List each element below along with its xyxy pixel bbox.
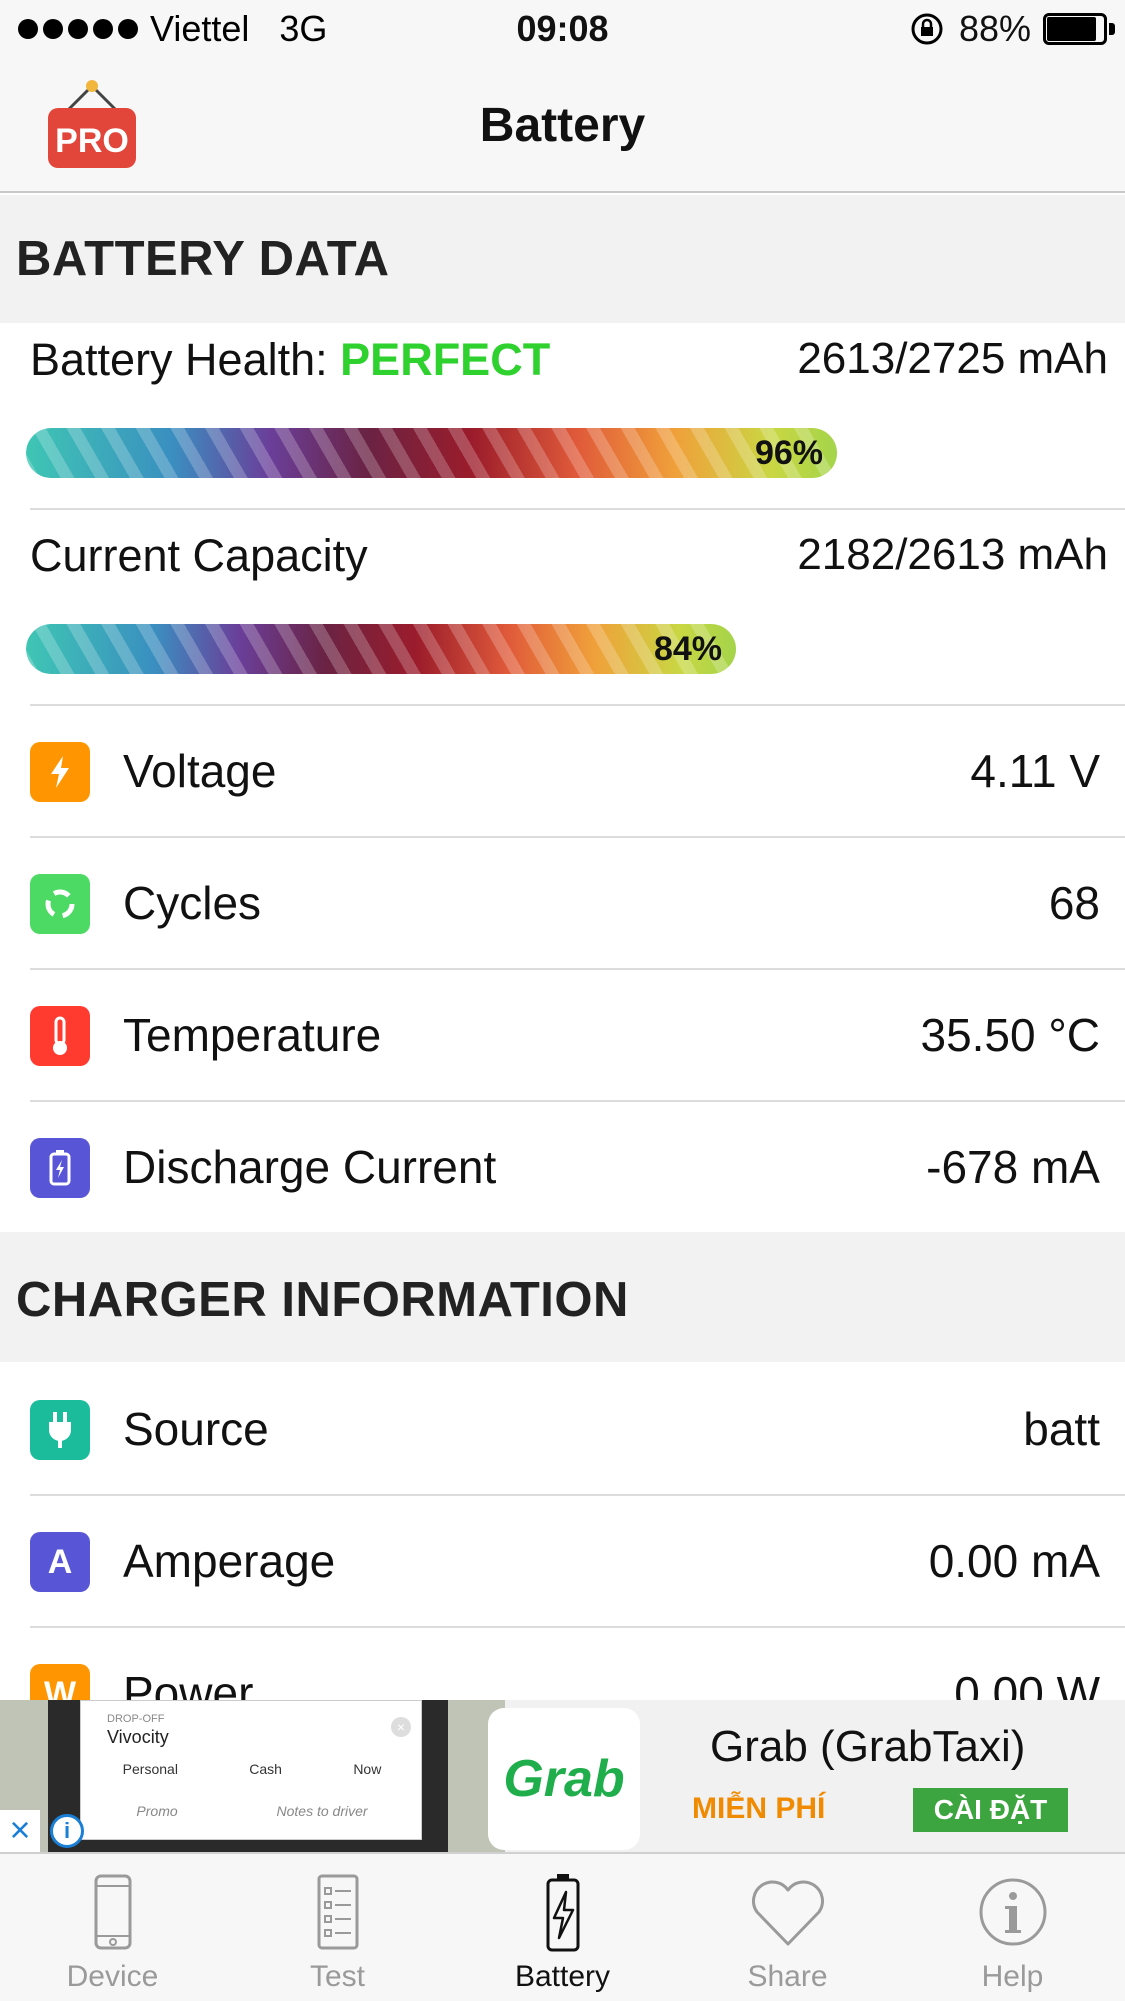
ad-title: Grab (GrabTaxi): [710, 1722, 1026, 1771]
voltage-label: Voltage: [123, 745, 277, 797]
tab-test[interactable]: Test: [225, 1854, 450, 2001]
divider: [30, 508, 1125, 510]
ad-options-row-2: Promo Notes to driver: [87, 1803, 417, 1819]
source-row: Source batt: [0, 1364, 1125, 1494]
ad-install-button[interactable]: CÀI ĐẶT: [913, 1788, 1068, 1832]
tab-device-label: Device: [66, 1960, 159, 1993]
checklist-icon: [317, 1874, 358, 1950]
source-value: batt: [1023, 1403, 1100, 1455]
charger-information-header: CHARGER INFORMATION: [0, 1232, 1125, 1362]
charger-information-title: CHARGER INFORMATION: [16, 1273, 629, 1327]
amperage-row: A Amperage 0.00 mA: [0, 1496, 1125, 1626]
status-bar: Viettel 3G 09:08 88%: [0, 0, 1125, 62]
current-capacity-value: 2182/2613 mAh: [797, 530, 1108, 579]
battery-health-row: Battery Health: PERFECT 2613/2725 mAh: [30, 334, 1108, 386]
ad-opt-promo: Promo: [136, 1803, 178, 1819]
page-title: Battery: [479, 99, 646, 152]
ad-free-label: MIỄN PHÍ: [692, 1792, 826, 1825]
battery-health-bar: 96%: [26, 428, 1066, 478]
ad-info-icon[interactable]: i: [50, 1814, 84, 1848]
status-right: 88%: [909, 8, 1115, 50]
tab-battery-label: Battery: [514, 1960, 611, 1993]
ad-opt-personal: Personal: [122, 1761, 178, 1777]
heart-icon: [751, 1880, 824, 1946]
rotation-lock-icon: [911, 13, 943, 45]
ad-options-row: Personal Cash Now: [87, 1761, 417, 1777]
battery-health-value: 2613/2725 mAh: [797, 334, 1108, 383]
battery-health-bar-fill: 96%: [26, 428, 837, 478]
amperage-label: Amperage: [123, 1535, 336, 1587]
tab-share-label: Share: [747, 1960, 828, 1993]
discharge-current-label: Discharge Current: [123, 1141, 497, 1193]
bolt-icon: [30, 742, 90, 802]
tab-test-label: Test: [309, 1960, 366, 1993]
battery-health-status: PERFECT: [340, 334, 551, 385]
ad-close-icon[interactable]: ×: [0, 1810, 40, 1852]
cycle-icon: [30, 874, 90, 934]
thermometer-icon: [30, 1006, 90, 1066]
discharge-current-row: Discharge Current -678 mA: [0, 1102, 1125, 1232]
voltage-value: 4.11 V: [970, 745, 1100, 797]
current-capacity-row: Current Capacity 2182/2613 mAh: [30, 530, 1108, 582]
letter-a-icon: A: [30, 1532, 90, 1592]
battery-percent: 88%: [958, 8, 1031, 49]
battery-health-label: Battery Health:: [30, 334, 328, 385]
battery-data-title: BATTERY DATA: [16, 232, 390, 286]
nav-bar: PRO Battery: [0, 62, 1125, 193]
ad-opt-notes: Notes to driver: [276, 1803, 368, 1819]
ad-banner[interactable]: DROP-OFF Vivocity × Personal Cash Now Pr…: [0, 1700, 1125, 1852]
info-icon: [979, 1878, 1046, 1946]
cycles-label: Cycles: [123, 877, 262, 929]
tab-help-label: Help: [981, 1960, 1044, 1993]
ad-opt-now: Now: [353, 1761, 382, 1777]
source-label: Source: [123, 1403, 269, 1455]
current-capacity-label: Current Capacity: [30, 530, 368, 581]
temperature-label: Temperature: [123, 1009, 382, 1061]
current-capacity-percent: 84%: [653, 630, 722, 668]
tab-bar: Device Test Battery Share Help: [0, 1852, 1125, 2001]
ad-clear-icon: ×: [391, 1717, 411, 1737]
ad-phone-screen: DROP-OFF Vivocity × Personal Cash Now Pr…: [80, 1700, 422, 1840]
grab-logo: Grab: [488, 1708, 640, 1850]
battery-charge-icon: [30, 1138, 90, 1198]
ad-opt-cash: Cash: [249, 1761, 282, 1777]
temperature-value: 35.50 °C: [920, 1009, 1100, 1061]
voltage-row: Voltage 4.11 V: [0, 706, 1125, 836]
status-battery-icon: [1043, 13, 1115, 45]
battery-tab-icon: [546, 1874, 579, 1952]
tab-help[interactable]: Help: [900, 1854, 1125, 2001]
temperature-row: Temperature 35.50 °C: [0, 970, 1125, 1100]
ad-dropoff-label: DROP-OFF: [107, 1713, 165, 1725]
tab-share[interactable]: Share: [675, 1854, 900, 2001]
battery-data-header: BATTERY DATA: [0, 195, 1125, 323]
current-capacity-bar-fill: 84%: [26, 624, 736, 674]
tab-battery[interactable]: Battery: [450, 1854, 675, 2001]
phone-icon: [94, 1874, 131, 1950]
cycles-value: 68: [1048, 877, 1100, 929]
cycles-row: Cycles 68: [0, 838, 1125, 968]
discharge-current-value: -678 mA: [926, 1141, 1100, 1193]
current-capacity-bar: 84%: [26, 624, 1066, 674]
plug-icon: [30, 1400, 90, 1460]
amperage-value: 0.00 mA: [928, 1535, 1100, 1587]
ad-dropoff-value: Vivocity: [107, 1727, 169, 1747]
tab-device[interactable]: Device: [0, 1854, 225, 2001]
battery-health-percent: 96%: [754, 434, 823, 472]
